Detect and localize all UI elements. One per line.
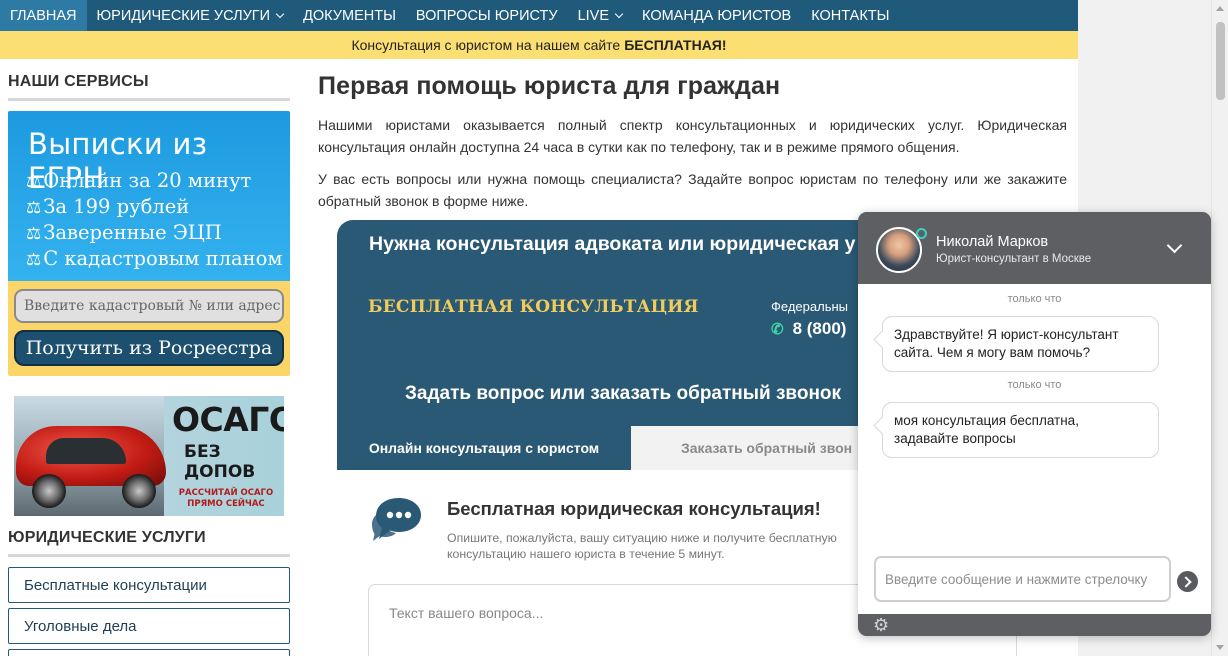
chat-header[interactable]: Николай Марков Юрист-консультант в Москв… bbox=[858, 212, 1211, 284]
egrn-feature-text: С кадастровым планом bbox=[43, 247, 283, 270]
egrn-feature-text: Заверенные ЭЦП bbox=[43, 221, 222, 244]
nav-label: LIVE bbox=[577, 7, 610, 24]
scales-icon: ⚖ bbox=[26, 198, 42, 218]
free-consultation-subtitle: Опишите, пожалуйста, вашу ситуацию ниже … bbox=[447, 531, 837, 561]
sidebar: НАШИ СЕРВИСЫ Выписки из ЕГРН ⚖ Онлайн за … bbox=[8, 59, 290, 376]
osago-cta: РАССЧИТАЙ ОСАГО ПРЯМО СЕЙЧАС bbox=[178, 488, 274, 509]
free-consultation-label: БЕСПЛАТНАЯ КОНСУЛЬТАЦИЯ bbox=[368, 297, 699, 317]
services-heading: НАШИ СЕРВИСЫ bbox=[8, 59, 290, 101]
service-next[interactable] bbox=[8, 649, 290, 656]
car-window bbox=[46, 438, 126, 464]
phone-number[interactable]: ✆ 8 (800) bbox=[771, 319, 846, 339]
intro-paragraph: Нашими юристами оказывается полный спект… bbox=[318, 117, 1067, 155]
nav-label: КОНТАКТЫ bbox=[811, 7, 890, 24]
egrn-feature: ⚖ С кадастровым планом bbox=[26, 247, 283, 270]
consultation-title: Нужна консультация адвоката или юридичес… bbox=[369, 233, 856, 255]
message-time: только что bbox=[1007, 293, 1062, 305]
chevron-down-icon bbox=[275, 9, 285, 18]
nav-live[interactable]: LIVE bbox=[568, 0, 632, 31]
scroll-down-arrow-icon[interactable] bbox=[1216, 645, 1224, 650]
tab-online-consultation[interactable]: Онлайн консультация с юристом bbox=[337, 426, 631, 470]
egrn-feature-text: Онлайн за 20 минут bbox=[43, 169, 252, 192]
scroll-up-arrow-icon[interactable] bbox=[1216, 6, 1224, 11]
egrn-feature: ⚖ За 199 рублей bbox=[26, 195, 189, 218]
cadastral-input[interactable]: Введите кадастровый № или адрес bbox=[14, 289, 284, 323]
help-paragraph: У вас есть вопросы или нужна помощь спец… bbox=[318, 171, 1067, 209]
egrn-banner[interactable]: Выписки из ЕГРН ⚖ Онлайн за 20 минут ⚖ За … bbox=[8, 111, 290, 376]
chat-message: Здравствуйте! Я юрист-консультант сайта.… bbox=[882, 316, 1159, 372]
nav-label: ВОПРОСЫ ЮРИСТУ bbox=[415, 7, 558, 24]
federal-label: Федеральны bbox=[771, 299, 848, 314]
egrn-feature: ⚖ Онлайн за 20 минут bbox=[26, 169, 251, 192]
scales-icon: ⚖ bbox=[26, 224, 42, 244]
nav-lawyer-questions[interactable]: ВОПРОСЫ ЮРИСТУ bbox=[406, 0, 568, 31]
get-rosreestr-button[interactable]: Получить из Росреестра bbox=[14, 330, 284, 366]
car-wheel bbox=[122, 474, 156, 508]
message-time: только что bbox=[1007, 379, 1062, 391]
gear-icon[interactable]: ⚙ bbox=[873, 615, 889, 635]
egrn-feature-text: За 199 рублей bbox=[43, 195, 190, 218]
phone-icon: ✆ bbox=[771, 321, 784, 338]
scales-icon: ⚖ bbox=[26, 172, 42, 192]
osago-title: ОСАГО bbox=[172, 400, 284, 439]
page-title: Первая помощь юриста для граждан bbox=[318, 72, 781, 100]
osago-banner[interactable]: ОСАГО БЕЗ ДОПОВ РАССЧИТАЙ ОСАГО ПРЯМО СЕ… bbox=[14, 396, 284, 516]
service-free-consultations[interactable]: Бесплатные консультации bbox=[8, 567, 290, 603]
free-consultation-title: Бесплатная юридическая консультация! bbox=[447, 498, 821, 519]
nav-team[interactable]: КОМАНДА ЮРИСТОВ bbox=[632, 0, 801, 31]
chat-message-input[interactable]: Введите сообщение и нажмите стрелочку bbox=[874, 556, 1171, 602]
page-scrollbar[interactable] bbox=[1211, 0, 1228, 656]
egrn-feature: ⚖ Заверенные ЭЦП bbox=[26, 221, 222, 244]
main-content: Первая помощь юриста для граждан Нашими … bbox=[318, 59, 1067, 212]
osago-subtitle: БЕЗ ДОПОВ bbox=[184, 442, 256, 482]
send-arrow-icon[interactable] bbox=[1177, 571, 1198, 592]
agent-role: Юрист-консультант в Москве bbox=[936, 253, 1092, 265]
chat-footer: ⚙ bbox=[858, 614, 1211, 636]
service-criminal-cases[interactable]: Уголовные дела bbox=[8, 608, 290, 644]
nav-label: ДОКУМЕНТЫ bbox=[303, 7, 396, 24]
promo-text: Консультация с юристом на нашем сайте bbox=[351, 37, 621, 53]
scales-icon: ⚖ bbox=[26, 250, 42, 270]
nav-label: ЮРИДИЧЕСКИЕ УСЛУГИ bbox=[96, 7, 271, 24]
car-wheel bbox=[32, 474, 66, 508]
nav-documents[interactable]: ДОКУМЕНТЫ bbox=[293, 0, 406, 31]
phone-text: 8 (800) bbox=[792, 319, 847, 338]
promo-banner: Консультация с юристом на нашем сайте БЕ… bbox=[0, 31, 1078, 59]
online-status-icon bbox=[916, 228, 927, 239]
chat-bubbles-icon bbox=[372, 498, 421, 541]
nav-home[interactable]: ГЛАВНАЯ bbox=[0, 0, 87, 31]
nav-label: КОМАНДА ЮРИСТОВ bbox=[642, 7, 792, 24]
scroll-thumb[interactable] bbox=[1216, 22, 1225, 100]
top-navigation: ГЛАВНАЯ ЮРИДИЧЕСКИЕ УСЛУГИ ДОКУМЕНТЫ ВОП… bbox=[0, 0, 1078, 31]
agent-name: Николай Марков bbox=[936, 234, 1049, 250]
ask-question-title: Задать вопрос или заказать обратный звон… bbox=[405, 383, 842, 404]
promo-bold: БЕСПЛАТНАЯ! bbox=[624, 37, 727, 53]
nav-contacts[interactable]: КОНТАКТЫ bbox=[801, 0, 899, 31]
legal-services-heading: ЮРИДИЧЕСКИЕ УСЛУГИ bbox=[8, 522, 290, 557]
nav-legal-services[interactable]: ЮРИДИЧЕСКИЕ УСЛУГИ bbox=[87, 0, 294, 31]
nav-label: ГЛАВНАЯ bbox=[10, 7, 77, 24]
chat-messages: только что Здравствуйте! Я юрист-консуль… bbox=[858, 284, 1211, 614]
chat-message: моя консультация бесплатна, задавайте во… bbox=[882, 402, 1159, 458]
chevron-down-icon bbox=[614, 9, 624, 18]
chat-widget: Николай Марков Юрист-консультант в Москв… bbox=[858, 212, 1211, 636]
chevron-down-icon[interactable] bbox=[1166, 237, 1183, 254]
